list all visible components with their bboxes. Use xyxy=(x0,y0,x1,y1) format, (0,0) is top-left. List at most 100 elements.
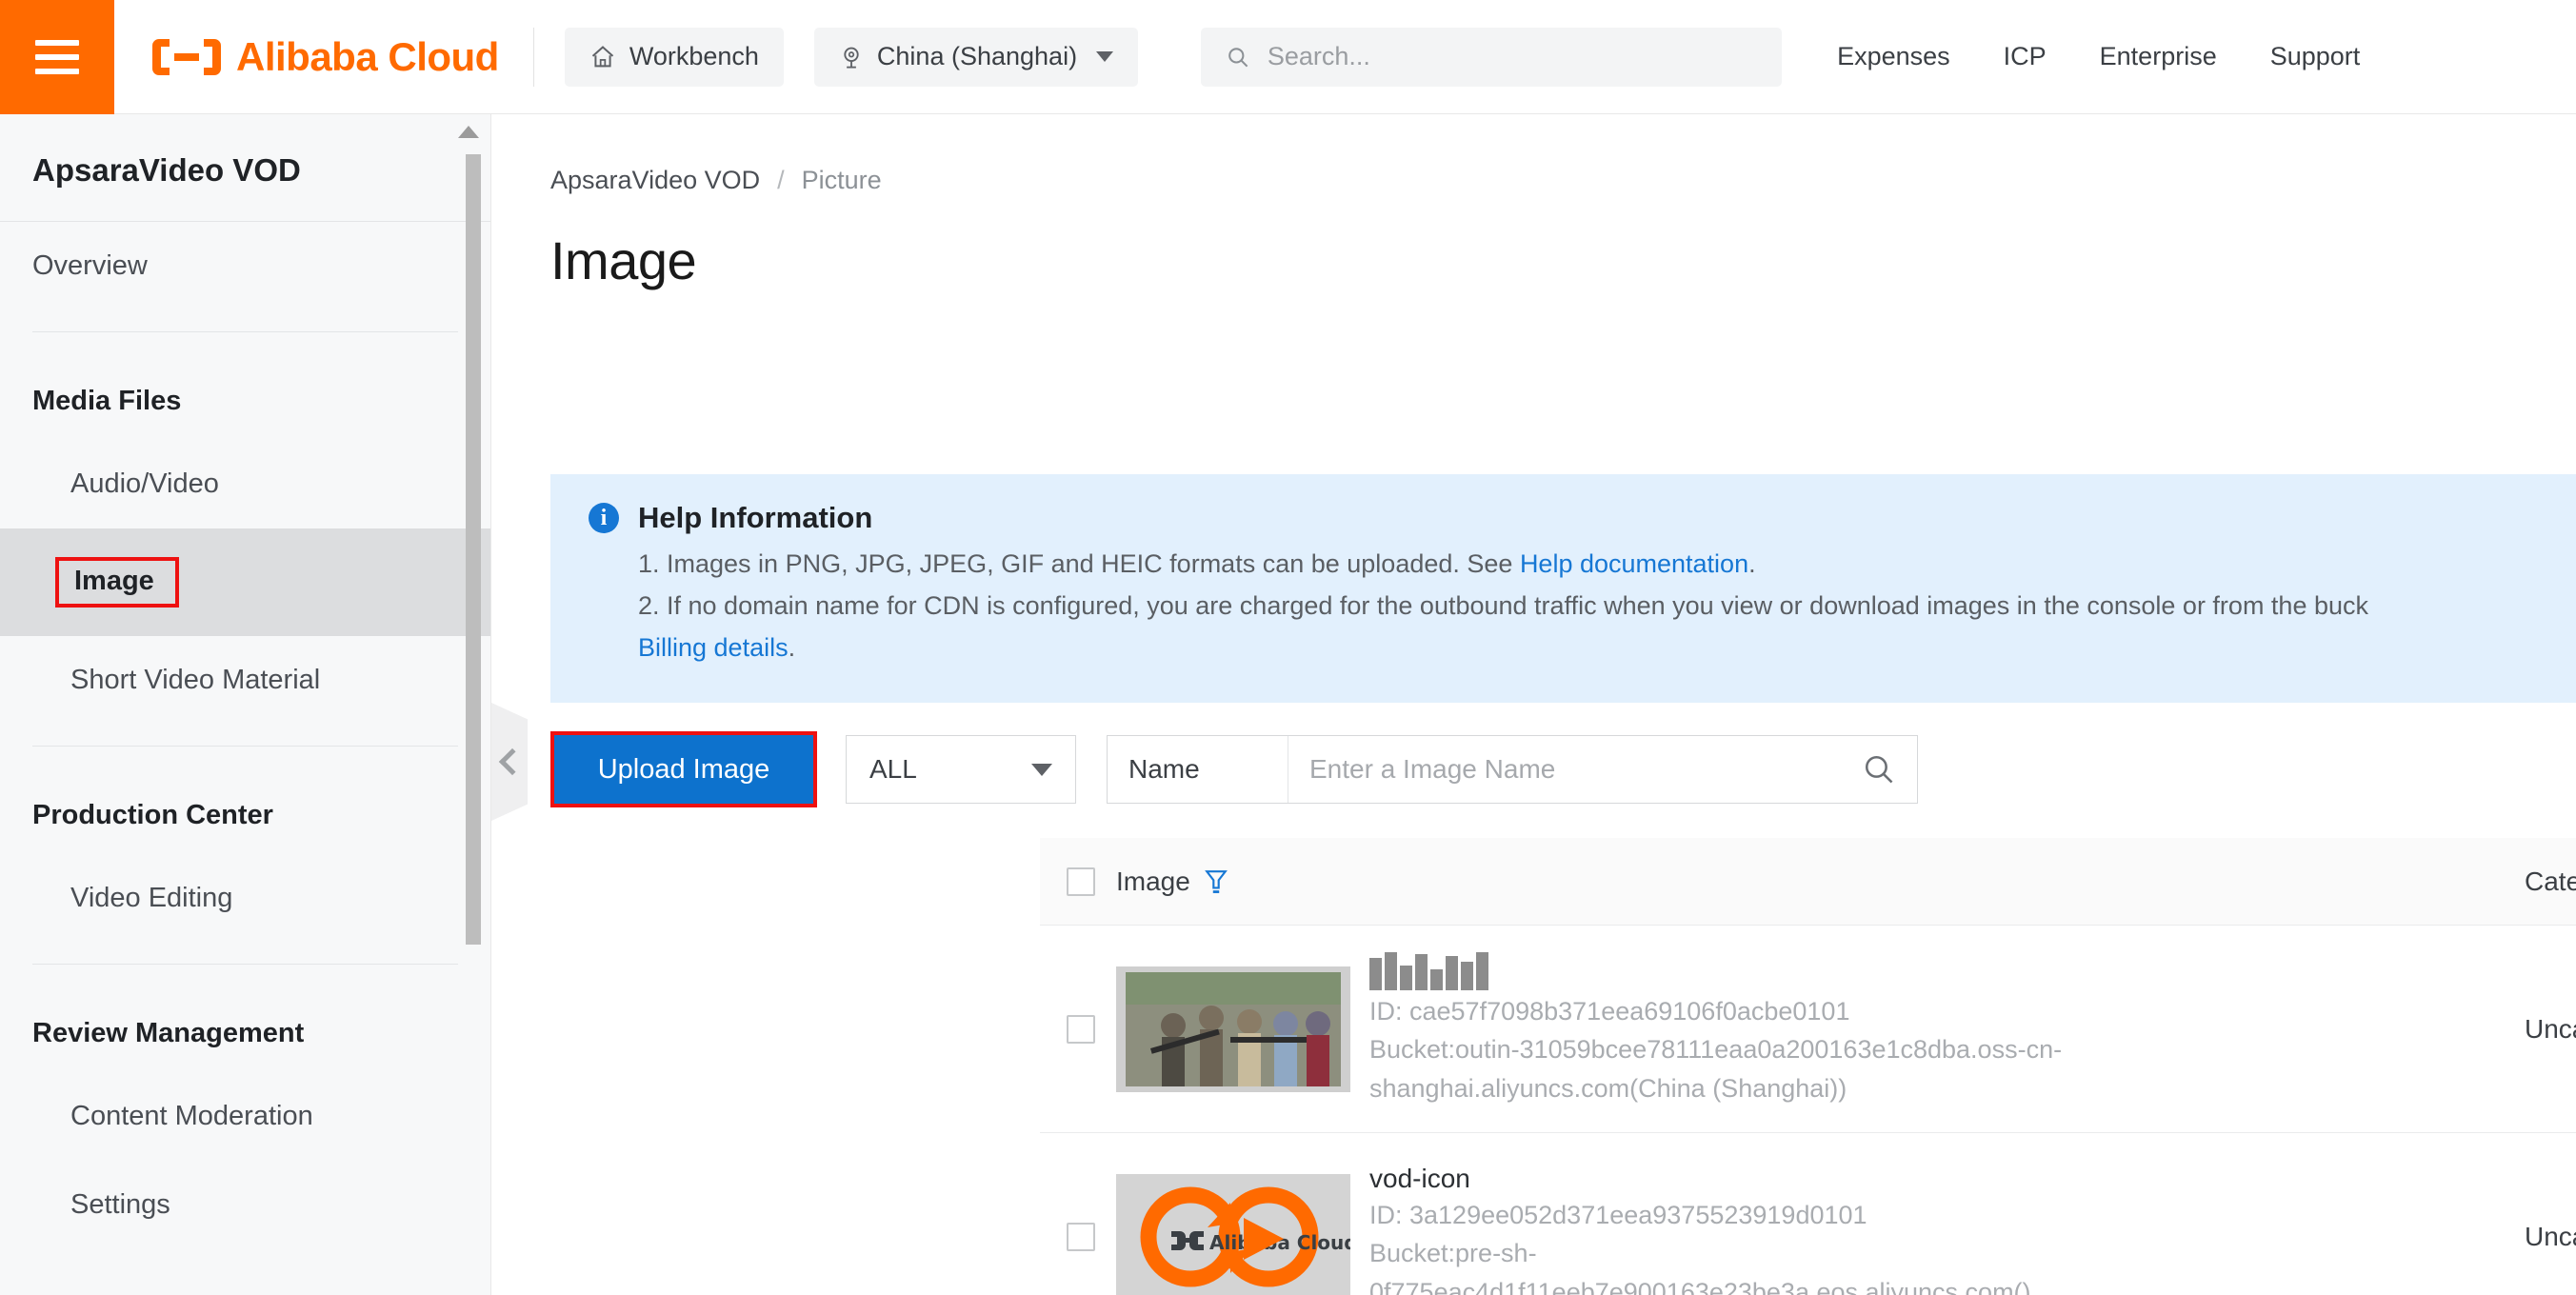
row-image-cell: ID: cae57f7098b371eea69106f0acbe0101 Buc… xyxy=(1116,951,2525,1106)
image-name-search-input[interactable] xyxy=(1309,754,1820,785)
help-information-panel: i Help Information 1. Images in PNG, JPG… xyxy=(550,474,2576,703)
help-line-1: 1. Images in PNG, JPG, JPEG, GIF and HEI… xyxy=(589,549,2576,579)
row-metadata: ID: cae57f7098b371eea69106f0acbe0101 Buc… xyxy=(1369,951,2063,1106)
search-submit-button[interactable] xyxy=(1841,736,1917,803)
sidebar-divider xyxy=(32,331,458,332)
page-title: Image xyxy=(550,230,697,290)
table-row[interactable]: ID: cae57f7098b371eea69106f0acbe0101 Buc… xyxy=(1040,926,2576,1133)
region-selector[interactable]: China (Shanghai) xyxy=(813,27,1139,87)
filter-icon[interactable] xyxy=(1204,868,1228,895)
chevron-down-icon xyxy=(1096,51,1114,62)
sidebar-scrollbar-thumb[interactable] xyxy=(466,154,481,945)
help-line-2: 2. If no domain name for CDN is configur… xyxy=(638,591,2369,620)
row-checkbox[interactable] xyxy=(1067,1222,1095,1251)
category-filter-value: ALL xyxy=(869,754,917,784)
column-header-category-label: Category xyxy=(2525,867,2576,897)
brand-name: Alibaba Cloud xyxy=(236,33,499,79)
sidebar-item-content-moderation[interactable]: Content Moderation xyxy=(0,1072,490,1161)
image-table: Image Category Statu xyxy=(1040,838,2576,1295)
column-header-image: Image xyxy=(1116,867,2525,897)
column-label-text: Image xyxy=(1116,866,1190,896)
sidebar-group-media-files: Media Files xyxy=(32,386,182,416)
scroll-up-arrow-icon[interactable] xyxy=(458,126,479,138)
search-icon xyxy=(1228,47,1248,67)
sidebar-item-overview[interactable]: Overview xyxy=(0,222,490,310)
sidebar-item-short-video-material[interactable]: Short Video Material xyxy=(0,636,490,725)
sidebar-title: ApsaraVideo VOD xyxy=(0,114,490,222)
row-bucket-line-2: shanghai.aliyuncs.com(China (Shanghai)) xyxy=(1369,1073,1847,1103)
row-checkbox[interactable] xyxy=(1067,1014,1095,1044)
hamburger-menu-button[interactable] xyxy=(0,0,114,114)
help-line-1-text: 1. Images in PNG, JPG, JPEG, GIF and HEI… xyxy=(638,549,1520,578)
svg-text:Alibaba Cloud: Alibaba Cloud xyxy=(1209,1231,1350,1254)
alibaba-cloud-logo-thumbnail[interactable]: Alibaba Cloud xyxy=(1116,1173,1350,1295)
home-icon xyxy=(591,45,614,67)
select-all-checkbox[interactable] xyxy=(1067,867,1095,896)
row-select-cell xyxy=(1040,1222,1116,1251)
upload-image-button[interactable]: Upload Image xyxy=(554,735,813,804)
billing-details-link[interactable]: Billing details xyxy=(638,633,789,662)
magnifier-icon xyxy=(1865,755,1893,784)
row-category: Uncategorized xyxy=(2525,1221,2576,1251)
breadcrumb: ApsaraVideo VOD / Picture xyxy=(491,114,2576,195)
hamburger-icon xyxy=(35,31,79,83)
header-link-expenses[interactable]: Expenses xyxy=(1837,42,1950,71)
sidebar-divider xyxy=(32,964,458,965)
table-header-row: Image Category Statu xyxy=(1040,838,2576,926)
help-documentation-link[interactable]: Help documentation xyxy=(1520,549,1748,578)
location-pin-icon xyxy=(844,47,859,69)
sidebar-group-production-center: Production Center xyxy=(32,800,273,830)
help-line-3-period: . xyxy=(788,633,796,662)
column-header-image-label: Image xyxy=(1116,867,1228,897)
header-link-icp[interactable]: ICP xyxy=(2004,42,2047,71)
global-search-input[interactable] xyxy=(1267,42,1758,71)
upload-image-highlight: Upload Image xyxy=(550,731,817,807)
row-select-cell xyxy=(1040,1014,1116,1044)
sidebar-collapse-button[interactable] xyxy=(491,703,528,821)
column-label-text: Category xyxy=(2525,866,2576,896)
help-line-3: Billing details. xyxy=(589,633,2576,663)
workbench-button[interactable]: Workbench xyxy=(564,27,784,87)
category-filter-select[interactable]: ALL xyxy=(846,735,1076,804)
photo-thumbnail[interactable] xyxy=(1116,966,1350,1092)
info-icon: i xyxy=(589,503,619,533)
row-id: ID: cae57f7098b371eea69106f0acbe0101 xyxy=(1369,996,1850,1026)
sidebar-item-label: Settings xyxy=(70,1189,170,1220)
header-links: Expenses ICP Enterprise Support xyxy=(1837,42,2360,71)
thumbnail-image: Alibaba Cloud xyxy=(1116,1173,1350,1295)
row-title: vod-icon xyxy=(1369,1163,1470,1193)
sidebar-item-settings[interactable]: Settings xyxy=(0,1161,490,1249)
row-bucket-line-1: Bucket:outin-31059bcee78111eaa0a200163e1… xyxy=(1369,1035,2063,1065)
sidebar-item-label: Video Editing xyxy=(70,883,233,913)
breadcrumb-root[interactable]: ApsaraVideo VOD xyxy=(550,166,760,195)
row-id: ID: 3a129ee052d371eea9375523919d0101 xyxy=(1369,1200,1867,1229)
region-label: China (Shanghai) xyxy=(876,42,1078,70)
sidebar-item-image[interactable]: Image xyxy=(0,528,490,636)
search-field-select[interactable]: Name xyxy=(1108,736,1288,803)
redacted-title xyxy=(1369,951,2062,990)
global-search-box[interactable] xyxy=(1201,27,1783,87)
sidebar-item-label: Audio/Video xyxy=(70,468,219,499)
row-image-cell: Alibaba Cloud vod-icon ID: 3a129ee052d37… xyxy=(1116,1164,2525,1295)
header-link-enterprise[interactable]: Enterprise xyxy=(2100,42,2217,71)
sidebar-item-label: Short Video Material xyxy=(70,665,321,695)
sidebar-group-review-management: Review Management xyxy=(32,1018,305,1048)
sidebar-item-audio-video[interactable]: Audio/Video xyxy=(0,440,490,528)
header-link-support[interactable]: Support xyxy=(2270,42,2361,71)
thumbnail-image xyxy=(1116,966,1350,1092)
workbench-label: Workbench xyxy=(629,42,759,70)
top-header: Alibaba Cloud Workbench China (Shanghai)… xyxy=(0,0,2576,114)
main-content: ApsaraVideo VOD / Picture Image i Help I… xyxy=(491,114,2576,1295)
alibaba-cloud-logo-icon xyxy=(152,38,221,75)
chevron-left-icon xyxy=(498,747,527,776)
table-row[interactable]: Alibaba Cloud vod-icon ID: 3a129ee052d37… xyxy=(1040,1133,2576,1295)
chevron-down-icon xyxy=(1031,763,1052,776)
row-metadata: vod-icon ID: 3a129ee052d371eea9375523919… xyxy=(1369,1164,2031,1295)
search-group: Name xyxy=(1107,735,1918,804)
brand-logo-area[interactable]: Alibaba Cloud xyxy=(114,0,533,114)
sidebar-item-video-editing[interactable]: Video Editing xyxy=(0,854,490,943)
help-title: Help Information xyxy=(638,501,873,534)
sidebar: ApsaraVideo VOD Overview Media Files Aud… xyxy=(0,114,491,1295)
image-name-search-field[interactable] xyxy=(1288,736,1841,803)
row-category: Uncategorized xyxy=(2525,1013,2576,1044)
